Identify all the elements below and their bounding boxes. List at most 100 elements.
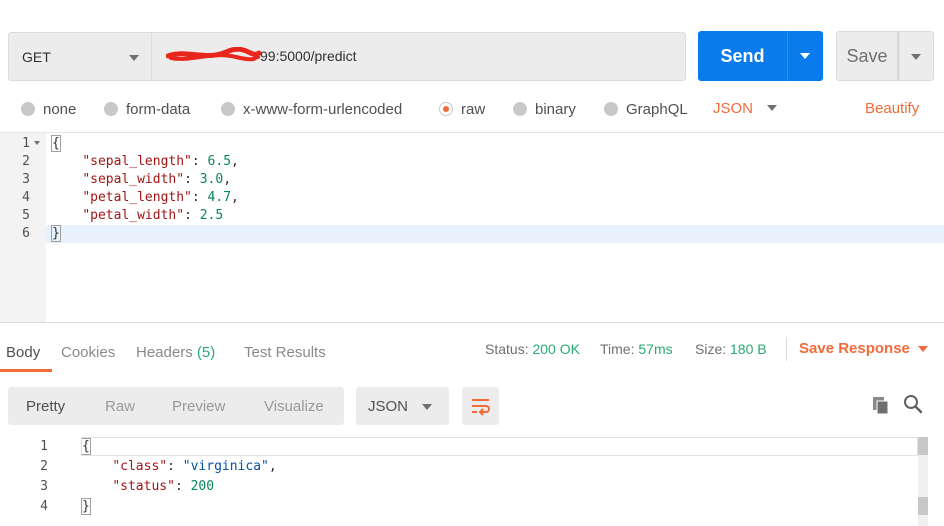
radio-dot	[604, 102, 618, 116]
code-line: "sepal_length": 6.5,	[82, 154, 239, 169]
search-icon[interactable]	[903, 394, 923, 414]
copy-icon[interactable]	[871, 395, 891, 415]
line-number: 5	[22, 208, 30, 223]
line-number: 4	[40, 499, 48, 514]
method-select[interactable]: GET	[8, 32, 151, 81]
code-line: {	[51, 135, 61, 153]
json-key: "petal_width"	[82, 208, 185, 223]
code-line: "petal_length": 4.7,	[82, 190, 239, 205]
body-format-select[interactable]: JSON	[713, 100, 753, 117]
chevron-down-icon[interactable]	[918, 346, 928, 352]
radio-label: raw	[461, 101, 486, 118]
method-label: GET	[22, 49, 51, 65]
url-text: 99:5000/predict	[260, 48, 357, 64]
divider	[786, 337, 787, 361]
redaction-scribble	[166, 47, 261, 62]
headers-count: (5)	[196, 344, 216, 361]
save-response-button[interactable]: Save Response	[799, 340, 910, 357]
view-pretty[interactable]: Pretty	[26, 398, 65, 415]
active-line-outline	[81, 437, 918, 456]
request-body-editor[interactable]: 1 2 3 4 5 6 { "sepal_length": 6.5, "sepa…	[0, 132, 944, 323]
size-readout: Size: 180 B	[695, 341, 767, 357]
radio-label: binary	[535, 101, 576, 118]
line-number: 3	[22, 172, 30, 187]
json-key: "class"	[112, 459, 168, 474]
radio-dot	[513, 102, 527, 116]
radio-dot	[104, 102, 118, 116]
fold-arrow-icon[interactable]	[34, 141, 40, 145]
json-punct: ,	[268, 459, 277, 474]
response-format-select[interactable]: JSON	[356, 387, 449, 425]
json-punct: ,	[231, 190, 239, 205]
chevron-down-icon	[911, 54, 921, 60]
status-readout: Status: 200 OK	[485, 341, 580, 357]
json-value: 2.5	[199, 208, 224, 223]
brace: }	[51, 225, 61, 242]
line-number: 4	[22, 190, 30, 205]
json-value: 3.0	[199, 172, 224, 187]
code-line: "sepal_width": 3.0,	[82, 172, 232, 187]
json-key: "sepal_width"	[82, 172, 185, 187]
json-key: "status"	[112, 479, 175, 494]
json-punct: ,	[231, 154, 239, 169]
radio-dot	[221, 102, 235, 116]
active-tab-indicator	[0, 369, 52, 372]
code-line: }	[51, 225, 61, 243]
beautify-link[interactable]: Beautify	[865, 100, 919, 117]
json-key: "sepal_length"	[82, 154, 192, 169]
radio-label: none	[43, 101, 77, 118]
chevron-down-icon	[129, 55, 139, 61]
json-value: 200	[190, 479, 215, 494]
json-value: 6.5	[207, 154, 232, 169]
time-label: Time:	[600, 341, 635, 357]
tab-cookies[interactable]: Cookies	[61, 344, 115, 361]
json-punct: ,	[223, 172, 232, 187]
radio-label: GraphQL	[626, 101, 688, 118]
status-label: Status:	[485, 341, 529, 357]
chevron-down-icon	[800, 53, 810, 59]
time-value: 57ms	[638, 341, 673, 357]
active-line-highlight	[46, 225, 944, 243]
line-number: 2	[22, 154, 30, 169]
view-visualize[interactable]: Visualize	[264, 398, 324, 415]
send-options-button[interactable]	[787, 31, 823, 81]
code-line: "petal_width": 2.5	[82, 208, 224, 223]
json-value: "virginica"	[182, 459, 269, 474]
code-line: "class": "virginica",	[112, 459, 277, 474]
wrap-lines-icon	[472, 399, 490, 416]
radio-dot	[21, 102, 35, 116]
radio-dot-selected	[439, 102, 453, 116]
url-input[interactable]: 99:5000/predict	[151, 32, 686, 81]
save-options-button[interactable]	[898, 31, 934, 81]
time-readout: Time: 57ms	[600, 341, 673, 357]
wrap-lines-button[interactable]	[462, 387, 499, 425]
brace: }	[81, 498, 91, 515]
scrollbar-thumb-top[interactable]	[918, 437, 928, 455]
chevron-down-icon[interactable]	[767, 105, 777, 111]
tab-headers[interactable]: Headers (5)	[136, 344, 215, 361]
code-line: }	[81, 497, 91, 517]
tab-headers-label: Headers	[136, 344, 193, 361]
response-format-label: JSON	[368, 398, 409, 415]
view-preview[interactable]: Preview	[172, 398, 225, 415]
json-value: 4.7	[207, 190, 232, 205]
line-number: 1	[40, 439, 48, 454]
send-button[interactable]: Send	[698, 31, 787, 81]
status-value: 200 OK	[532, 341, 580, 357]
radio-label: x-www-form-urlencoded	[243, 101, 403, 118]
code-line: "status": 200	[112, 479, 215, 494]
line-number: 1	[22, 136, 30, 151]
json-key: "petal_length"	[82, 190, 192, 205]
tab-body[interactable]: Body	[6, 344, 40, 361]
line-number: 6	[22, 226, 30, 241]
save-button[interactable]: Save	[836, 31, 898, 81]
section-divider	[0, 322, 944, 323]
tab-test-results[interactable]: Test Results	[244, 344, 326, 361]
line-number: 3	[40, 479, 48, 494]
size-value: 180 B	[730, 341, 767, 357]
line-number: 2	[40, 459, 48, 474]
scrollbar-thumb-bottom[interactable]	[918, 497, 928, 515]
radio-label: form-data	[126, 101, 191, 118]
size-label: Size:	[695, 341, 727, 357]
view-raw[interactable]: Raw	[105, 398, 135, 415]
